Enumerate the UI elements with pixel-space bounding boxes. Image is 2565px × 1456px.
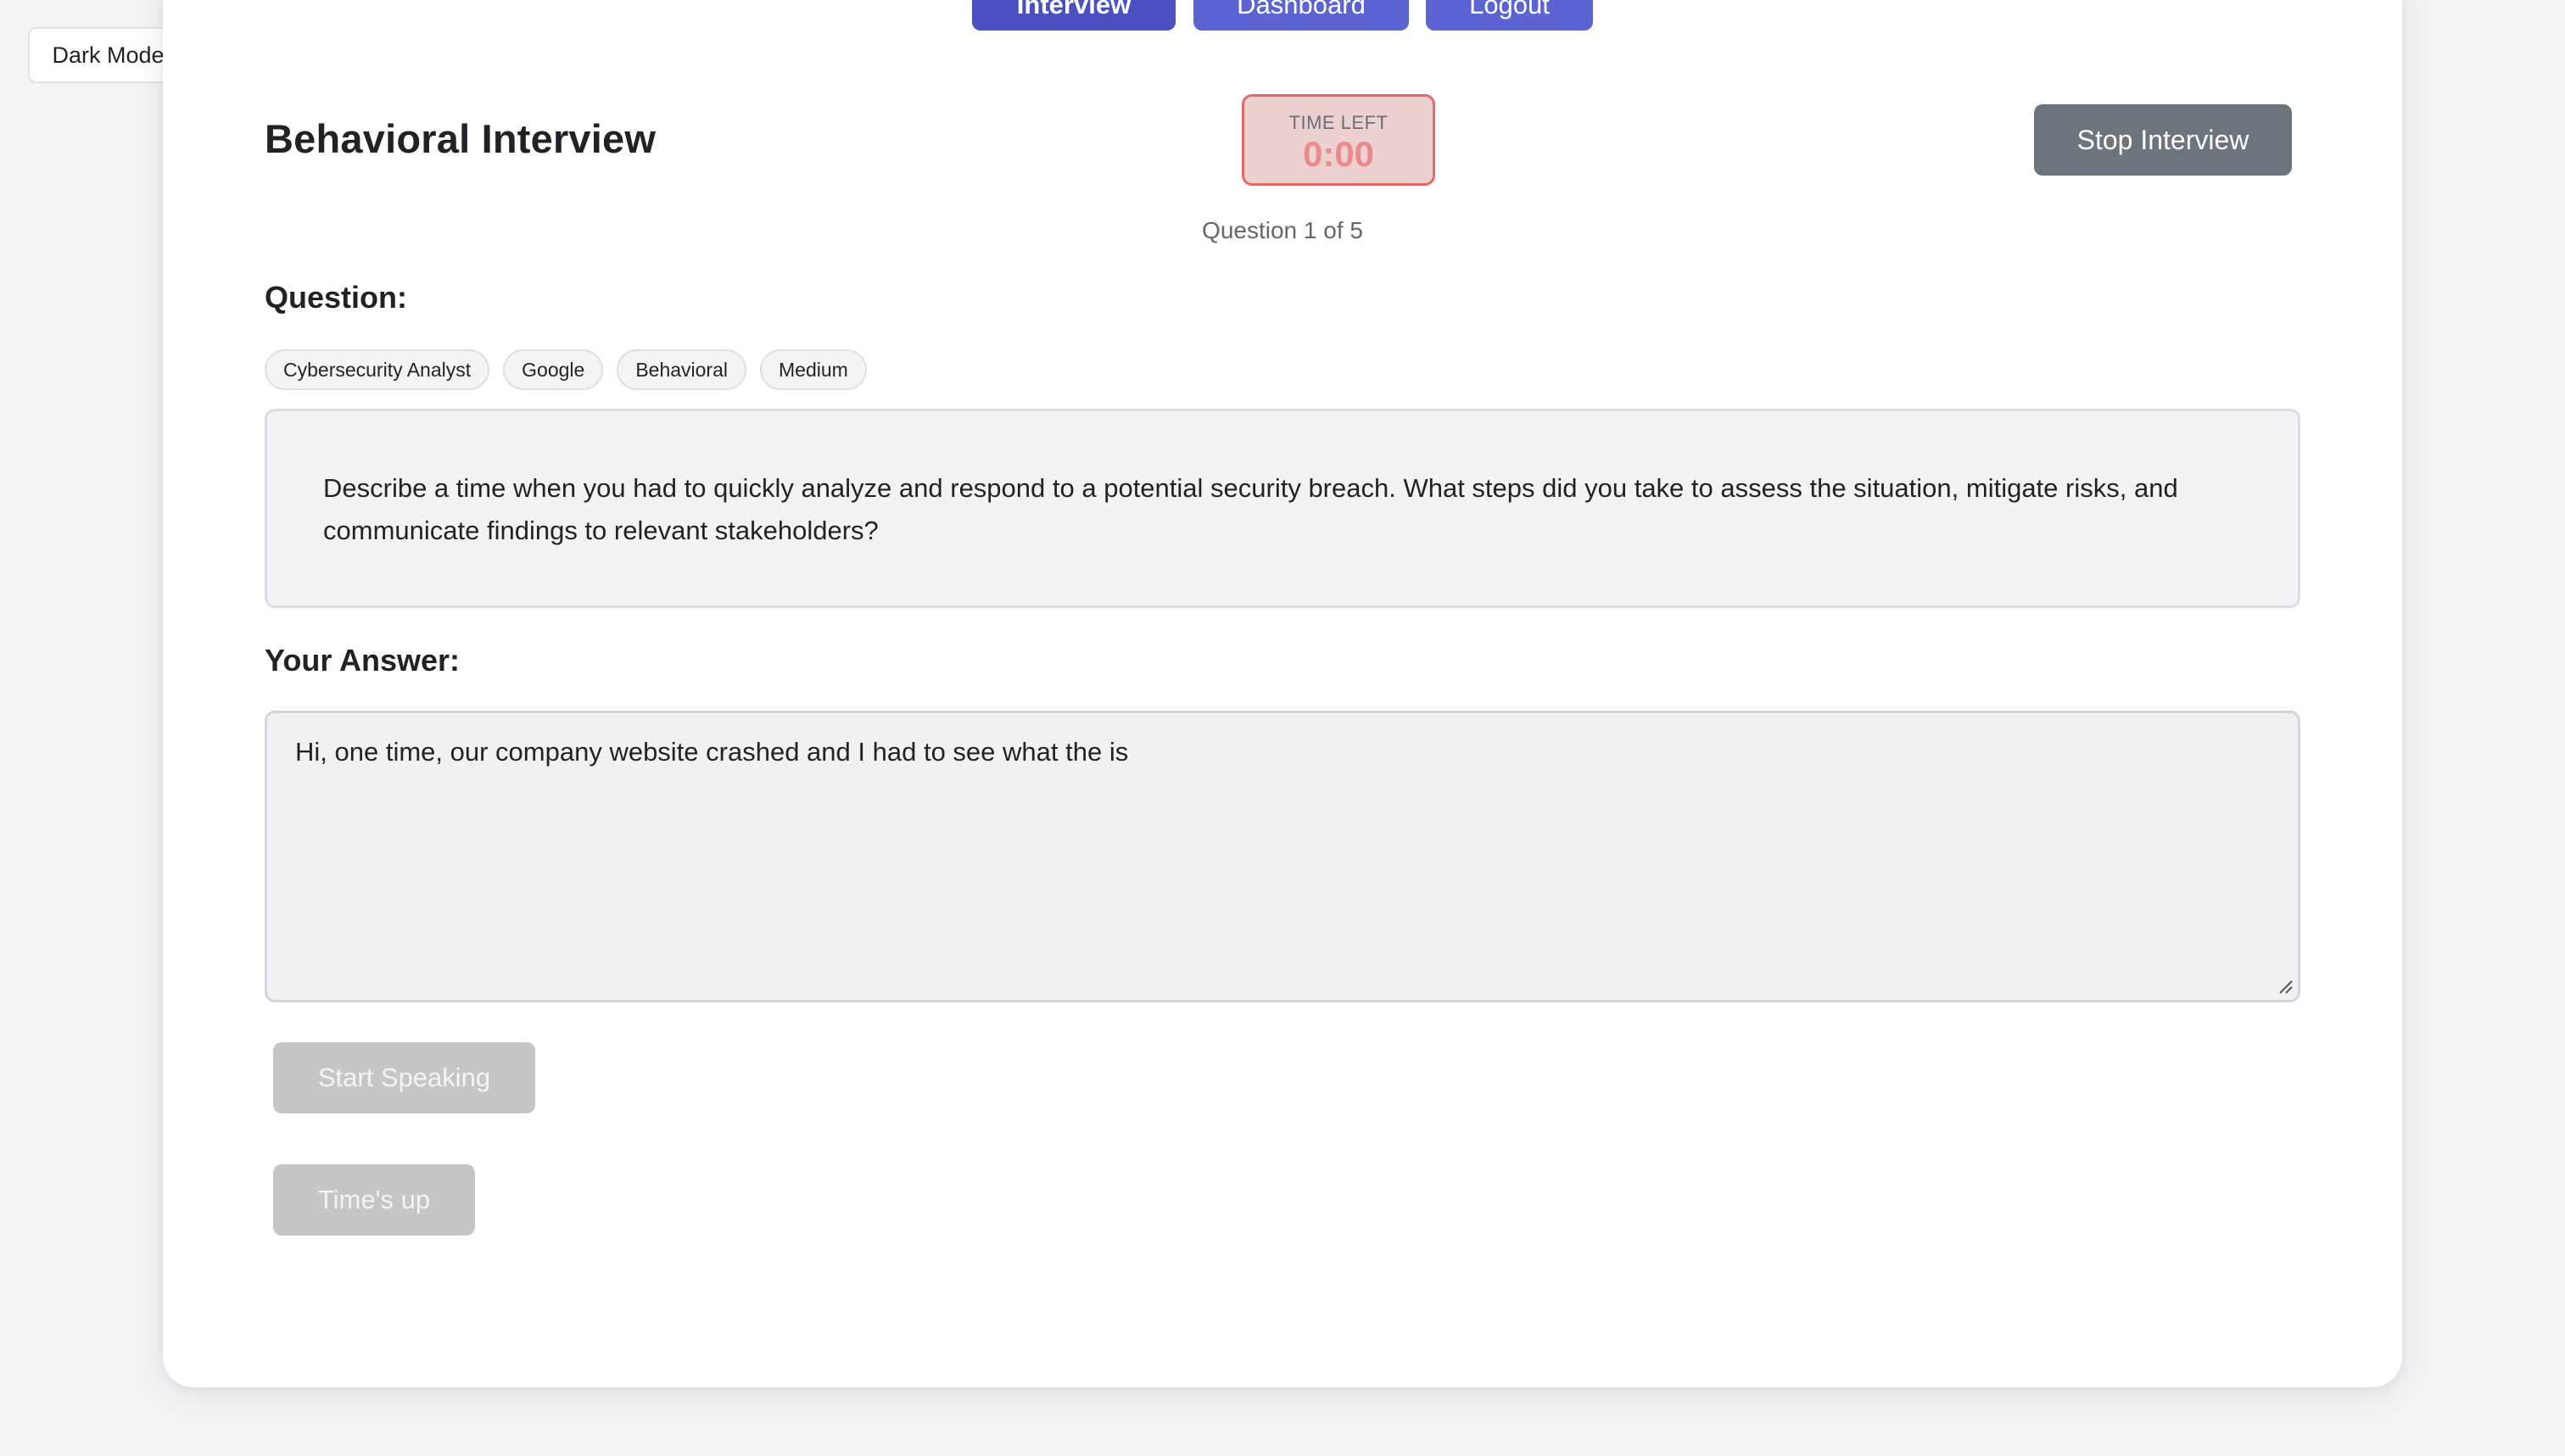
tag-company: Google: [503, 349, 604, 390]
answer-heading: Your Answer:: [265, 643, 461, 678]
question-tags: Cybersecurity Analyst Google Behavioral …: [265, 349, 867, 390]
resize-handle-icon[interactable]: [2277, 978, 2294, 995]
tag-type: Behavioral: [617, 349, 746, 390]
page-title: Behavioral Interview: [265, 116, 657, 161]
start-speaking-button[interactable]: Start Speaking: [273, 1042, 535, 1113]
interview-card: [163, 0, 2402, 1387]
tag-role: Cybersecurity Analyst: [265, 349, 490, 390]
nav-dashboard-label: Dashboard: [1237, 0, 1366, 20]
question-progress: Question 1 of 5: [1202, 217, 1363, 243]
nav-logout-button[interactable]: Logout: [1426, 0, 1593, 31]
nav-dashboard-button[interactable]: Dashboard: [1193, 0, 1409, 31]
nav-logout-label: Logout: [1469, 0, 1550, 20]
answer-textarea[interactable]: Hi, one time, our company website crashe…: [265, 711, 2300, 1002]
nav-interview-button[interactable]: Interview: [972, 0, 1176, 31]
timer-label: TIME LEFT: [1288, 112, 1389, 133]
question-text: Describe a time when you had to quickly …: [265, 409, 2300, 608]
question-heading: Question:: [265, 280, 407, 315]
tag-difficulty: Medium: [760, 349, 867, 390]
timer-value: 0:00: [1302, 134, 1375, 174]
times-up-button[interactable]: Time's up: [273, 1164, 475, 1236]
nav-interview-label: Interview: [1016, 0, 1132, 20]
timer-box: TIME LEFT 0:00: [1242, 94, 1435, 186]
stop-interview-button[interactable]: Stop Interview: [2034, 104, 2292, 176]
